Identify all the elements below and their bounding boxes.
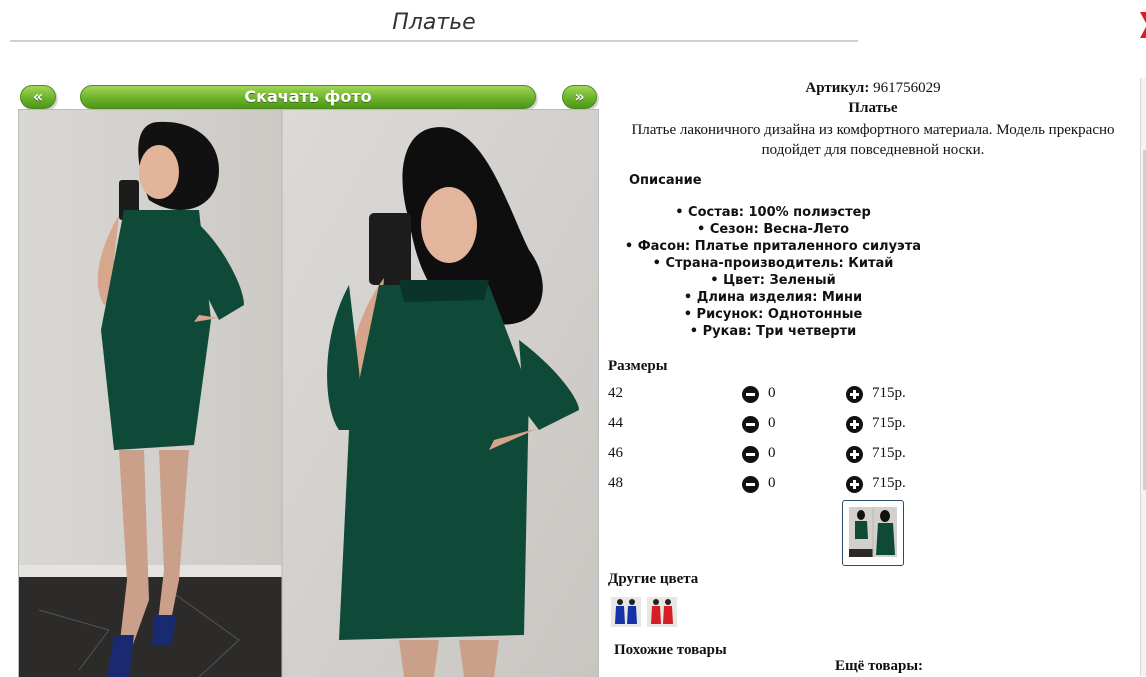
price-value: 715р. [872,415,906,431]
price-value: 715р. [872,475,906,491]
plus-circle-icon[interactable] [846,476,863,493]
spec-item: Фасон: Платье приталенного силуэта [608,238,938,255]
other-colors-title: Другие цвета [608,571,699,587]
size-row: 48 0 715р. [608,475,928,497]
product-photo [18,109,599,677]
minus-circle-icon[interactable] [742,446,759,463]
minus-circle-icon[interactable] [742,476,759,493]
color-option-red[interactable] [647,597,677,627]
minus-circle-icon[interactable] [742,386,759,403]
quantity-value: 0 [768,445,776,461]
plus-circle-icon[interactable] [846,386,863,403]
plus-circle-icon[interactable] [846,446,863,463]
quantity-value: 0 [768,475,776,491]
prev-photo-button[interactable]: « [20,85,56,109]
next-photo-button[interactable]: » [562,85,597,109]
download-photo-button[interactable]: Скачать фото [80,85,536,109]
sku-value: 961756029 [873,80,941,96]
similar-products-title: Похожие товары [614,642,727,658]
minus-circle-icon[interactable] [742,416,759,433]
size-label: 48 [608,475,623,491]
color-option-blue[interactable] [611,597,641,627]
page-title: Платье [10,8,858,42]
price-value: 715р. [872,445,906,461]
product-thumbnail[interactable] [842,500,904,566]
sku-label: Артикул: [805,80,870,96]
spec-item: Рукав: Три четверти [608,323,938,340]
size-label: 42 [608,385,623,401]
specs-title: Описание [629,173,702,188]
size-label: 46 [608,445,623,461]
size-row: 46 0 715р. [608,445,928,467]
specs-list: Состав: 100% полиэстер Сезон: Весна-Лето… [608,204,938,340]
size-label: 44 [608,415,623,431]
product-description: Платье лаконичного дизайна из комфортног… [631,122,1115,158]
product-name: Платье [848,100,898,116]
close-icon[interactable] [1130,6,1146,44]
sku-line: Артикул: 961756029 [608,80,1138,97]
spec-item: Рисунок: Однотонные [608,306,938,323]
spec-item: Страна-производитель: Китай [608,255,938,272]
spec-item: Длина изделия: Мини [608,289,938,306]
plus-circle-icon[interactable] [846,416,863,433]
quantity-value: 0 [768,415,776,431]
more-products-title: Ещё товары: [835,658,924,674]
spec-item: Сезон: Весна-Лето [608,221,938,238]
size-row: 44 0 715р. [608,415,928,437]
spec-item: Состав: 100% полиэстер [608,204,938,221]
sizes-title: Размеры [608,358,668,374]
quantity-value: 0 [768,385,776,401]
spec-item: Цвет: Зеленый [608,272,938,289]
size-row: 42 0 715р. [608,385,928,407]
price-value: 715р. [872,385,906,401]
